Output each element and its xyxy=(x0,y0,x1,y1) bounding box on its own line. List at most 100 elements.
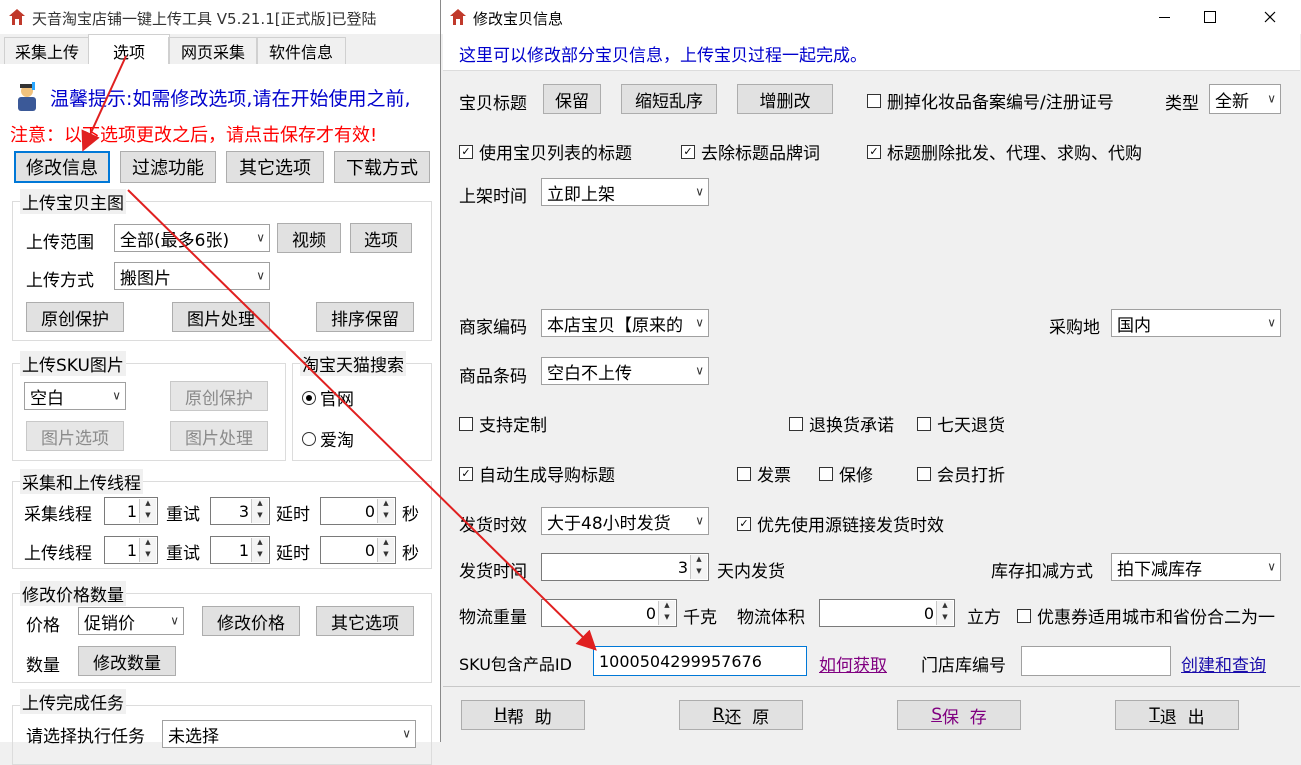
sku-image-select[interactable]: 空白 ∨ xyxy=(24,382,126,410)
type-label: 类型 xyxy=(1165,94,1199,114)
sku-product-id-input[interactable]: 1000504299957676 xyxy=(593,646,807,676)
member-discount-checkbox[interactable]: 会员打折 xyxy=(917,461,1005,486)
upload-retry-spin[interactable]: 1 ▲ ▼ xyxy=(210,536,270,564)
radio-icon xyxy=(302,390,316,405)
button-label: 其它选项 xyxy=(239,158,311,179)
arrow-down-icon: ▼ xyxy=(383,550,389,558)
spin-buttons[interactable]: ▲ ▼ xyxy=(377,499,394,523)
weight-spin[interactable]: 0 ▲ ▼ xyxy=(541,599,677,627)
select-value: 国内 xyxy=(1117,315,1151,336)
collect-threads-spin[interactable]: 1 ▲ ▼ xyxy=(104,497,158,525)
select-value: 搬图片 xyxy=(120,268,171,289)
remove-words-checkbox[interactable]: ✓ 标题删除批发、代理、求购、代购 xyxy=(867,139,1142,164)
minimize-button[interactable] xyxy=(1141,0,1187,34)
price-type-select[interactable]: 促销价 ∨ xyxy=(78,607,184,635)
hotkey-s: S xyxy=(931,705,942,725)
upload-threads-spin[interactable]: 1 ▲ ▼ xyxy=(104,536,158,564)
button-label: 图片处理 xyxy=(185,428,253,449)
tab-options[interactable]: 选项 xyxy=(88,34,170,66)
button-label: 图片选项 xyxy=(41,428,109,449)
sku-original-protect-button[interactable]: 原创保护 xyxy=(170,381,268,411)
finish-task-select[interactable]: 未选择 ∨ xyxy=(162,720,416,748)
remove-brand-checkbox[interactable]: ✓ 去除标题品牌词 xyxy=(681,139,820,164)
store-code-input[interactable] xyxy=(1021,646,1171,676)
radio-aitao[interactable]: 爱淘 xyxy=(302,426,354,451)
tab-collect-upload[interactable]: 采集上传 xyxy=(4,37,90,64)
save-button[interactable]: S保 存 xyxy=(897,700,1021,730)
stock-method-select[interactable]: 拍下减库存 ∨ xyxy=(1111,553,1281,581)
button-label: 排序保留 xyxy=(331,309,399,330)
radio-label: 官网 xyxy=(320,390,354,410)
use-list-title-checkbox[interactable]: ✓ 使用宝贝列表的标题 xyxy=(459,139,632,164)
seven-day-return-checkbox[interactable]: 七天退货 xyxy=(917,411,1005,436)
modify-info-button[interactable]: 修改信息 xyxy=(14,151,110,183)
checkbox-label: 保修 xyxy=(839,466,873,486)
spin-buttons[interactable]: ▲ ▼ xyxy=(690,555,707,579)
image-process-button[interactable]: 图片处理 xyxy=(172,302,270,332)
video-button[interactable]: 视频 xyxy=(277,223,341,253)
collect-delay-spin[interactable]: 0 ▲ ▼ xyxy=(320,497,396,525)
upload-retry-label: 重试 xyxy=(166,544,200,564)
type-select[interactable]: 全新 ∨ xyxy=(1209,84,1281,114)
tip-person-icon xyxy=(14,82,40,112)
arrow-down-icon: ▼ xyxy=(145,550,151,558)
other-options-button[interactable]: 其它选项 xyxy=(226,151,324,183)
hotkey-r: R xyxy=(712,705,725,725)
select-value: 立即上架 xyxy=(547,184,615,205)
prefer-source-checkbox[interactable]: ✓ 优先使用源链接发货时效 xyxy=(737,511,944,536)
shelf-time-select[interactable]: 立即上架 ∨ xyxy=(541,178,709,206)
create-query-link[interactable]: 创建和查询 xyxy=(1181,651,1266,676)
ship-time-spin[interactable]: 3 ▲ ▼ xyxy=(541,553,709,581)
select-value: 本店宝贝【原来的 xyxy=(547,315,683,336)
return-promise-checkbox[interactable]: 退换货承诺 xyxy=(789,411,894,436)
filter-button[interactable]: 过滤功能 xyxy=(120,151,216,183)
modify-quantity-button[interactable]: 修改数量 xyxy=(78,646,176,676)
tab-web-collect[interactable]: 网页采集 xyxy=(168,37,258,64)
how-to-get-link[interactable]: 如何获取 xyxy=(819,651,887,676)
tab-software-info[interactable]: 软件信息 xyxy=(256,37,346,64)
coupon-merge-checkbox[interactable]: 优惠券适用城市和省份合二为一 xyxy=(1017,603,1275,628)
arrow-up-icon: ▲ xyxy=(383,499,389,507)
spin-buttons[interactable]: ▲ ▼ xyxy=(251,538,268,562)
remove-cosmetic-checkbox[interactable]: 删掉化妆品备案编号/注册证号 xyxy=(867,88,1114,113)
tab-label: 网页采集 xyxy=(180,43,245,62)
help-button[interactable]: H帮 助 xyxy=(461,700,585,730)
original-protect-button[interactable]: 原创保护 xyxy=(26,302,124,332)
cubic-label: 立方 xyxy=(967,608,1001,628)
custom-checkbox[interactable]: 支持定制 xyxy=(459,411,547,436)
auto-guide-title-checkbox[interactable]: ✓ 自动生成导购标题 xyxy=(459,461,615,486)
close-button[interactable] xyxy=(1247,0,1293,34)
ship-efficiency-select[interactable]: 大于48小时发货 ∨ xyxy=(541,507,709,535)
download-method-button[interactable]: 下载方式 xyxy=(334,151,430,183)
warranty-checkbox[interactable]: 保修 xyxy=(819,461,873,486)
upload-range-select[interactable]: 全部(最多6张) ∨ xyxy=(114,224,270,252)
radio-official[interactable]: 官网 xyxy=(302,385,354,410)
spin-buttons[interactable]: ▲ ▼ xyxy=(377,538,394,562)
keep-button[interactable]: 保留 xyxy=(543,84,601,114)
exit-button[interactable]: T退 出 xyxy=(1115,700,1239,730)
edit-title-button[interactable]: 增删改 xyxy=(737,84,833,114)
upload-delay-spin[interactable]: 0 ▲ ▼ xyxy=(320,536,396,564)
merchant-code-select[interactable]: 本店宝贝【原来的 ∨ xyxy=(541,309,709,337)
sku-image-options-button[interactable]: 图片选项 xyxy=(26,421,124,451)
volume-spin[interactable]: 0 ▲ ▼ xyxy=(819,599,955,627)
maximize-icon xyxy=(1204,11,1216,23)
modify-price-button[interactable]: 修改价格 xyxy=(202,606,300,636)
sort-keep-button[interactable]: 排序保留 xyxy=(316,302,414,332)
spin-buttons[interactable]: ▲ ▼ xyxy=(936,601,953,625)
restore-button[interactable]: R还 原 xyxy=(679,700,803,730)
spin-buttons[interactable]: ▲ ▼ xyxy=(139,499,156,523)
barcode-select[interactable]: 空白不上传 ∨ xyxy=(541,357,709,385)
shorten-shuffle-button[interactable]: 缩短乱序 xyxy=(621,84,717,114)
spin-buttons[interactable]: ▲ ▼ xyxy=(658,601,675,625)
spin-buttons[interactable]: ▲ ▼ xyxy=(251,499,268,523)
maximize-button[interactable] xyxy=(1187,0,1233,34)
spin-buttons[interactable]: ▲ ▼ xyxy=(139,538,156,562)
collect-retry-spin[interactable]: 3 ▲ ▼ xyxy=(210,497,270,525)
price-other-options-button[interactable]: 其它选项 xyxy=(316,606,414,636)
upload-options-button[interactable]: 选项 xyxy=(350,223,412,253)
upload-method-select[interactable]: 搬图片 ∨ xyxy=(114,262,270,290)
purchase-select[interactable]: 国内 ∨ xyxy=(1111,309,1281,337)
invoice-checkbox[interactable]: 发票 xyxy=(737,461,791,486)
sku-image-process-button[interactable]: 图片处理 xyxy=(170,421,268,451)
